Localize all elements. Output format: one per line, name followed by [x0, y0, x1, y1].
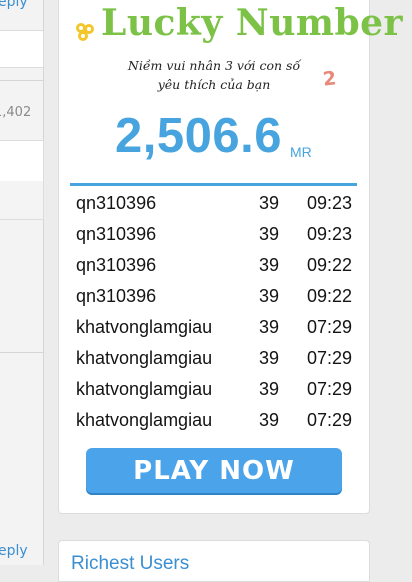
list-item: khatvonglamgiau 39 07:29: [76, 376, 356, 407]
list-item: khatvonglamgiau 39 07:29: [76, 407, 356, 438]
username-label: khatvonglamgiau: [76, 317, 213, 337]
username-label: qn310396: [76, 193, 157, 213]
play-now-button[interactable]: PLAY NOW: [86, 448, 342, 493]
number-label: 39: [259, 348, 280, 368]
time-label: 09:22: [307, 255, 353, 275]
username-label: qn310396: [76, 255, 157, 275]
tagline-line2: yêu thích của bạn: [157, 77, 271, 92]
lucky-number-widget: Lucky Number Niềm vui nhân 3 với con số …: [58, 0, 403, 514]
list-item: qn310396 39 09:23: [76, 221, 356, 252]
jackpot-value: 2,506.6: [115, 109, 282, 163]
winners-list: qn310396 39 09:23 qn310396 39 09:23 qn310396 39…: [76, 190, 356, 438]
richest-users-title[interactable]: Richest Users: [71, 553, 189, 575]
list-item: qn310396 39 09:22: [76, 283, 356, 314]
username-label: khatvonglamgiau: [76, 410, 213, 430]
username-label: khatvonglamgiau: [76, 379, 213, 399]
left-panel-stripe: [0, 181, 43, 219]
list-item: khatvonglamgiau 39 07:29: [76, 345, 356, 376]
number-label: 39: [259, 317, 280, 337]
time-label: 07:29: [307, 317, 353, 337]
list-item: qn310396 39 09:22: [76, 252, 356, 283]
left-column: eply 1,402 eply: [0, 0, 44, 565]
left-input-box[interactable]: [0, 30, 44, 68]
logo-title: Lucky Number: [101, 2, 404, 44]
left-divider: [0, 80, 43, 81]
list-item: khatvonglamgiau 39 07:29: [76, 314, 356, 345]
username-label: khatvonglamgiau: [76, 348, 213, 368]
richest-users-panel: Richest Users: [58, 540, 370, 582]
time-label: 09:22: [307, 286, 353, 306]
list-item: qn310396 39 09:23: [76, 190, 356, 221]
number-label: 39: [259, 410, 280, 430]
left-content-panel: [0, 140, 44, 220]
number-label: 39: [259, 193, 280, 213]
time-label: 09:23: [307, 193, 353, 213]
username-label: qn310396: [76, 224, 157, 244]
time-label: 07:29: [307, 348, 353, 368]
number-label: 39: [259, 255, 280, 275]
number-label: 39: [259, 379, 280, 399]
tagline-line1: Niềm vui nhân 3 với con số: [127, 58, 301, 73]
left-divider-lower: [0, 352, 43, 353]
lucky-number-logo: Lucky Number: [73, 2, 403, 54]
clover-icon: [76, 23, 94, 41]
jackpot-unit: MR: [290, 144, 312, 160]
table-divider: [70, 183, 357, 186]
time-label: 09:23: [307, 224, 353, 244]
number-label: 39: [259, 224, 280, 244]
badge-two-icon: 2: [321, 67, 338, 91]
reply-link-bottom[interactable]: eply: [0, 543, 28, 559]
time-label: 07:29: [307, 379, 353, 399]
username-label: qn310396: [76, 286, 157, 306]
reply-link[interactable]: eply: [0, 0, 28, 10]
time-label: 07:29: [307, 410, 353, 430]
number-label: 39: [259, 286, 280, 306]
stat-count: 1,402: [0, 105, 32, 120]
